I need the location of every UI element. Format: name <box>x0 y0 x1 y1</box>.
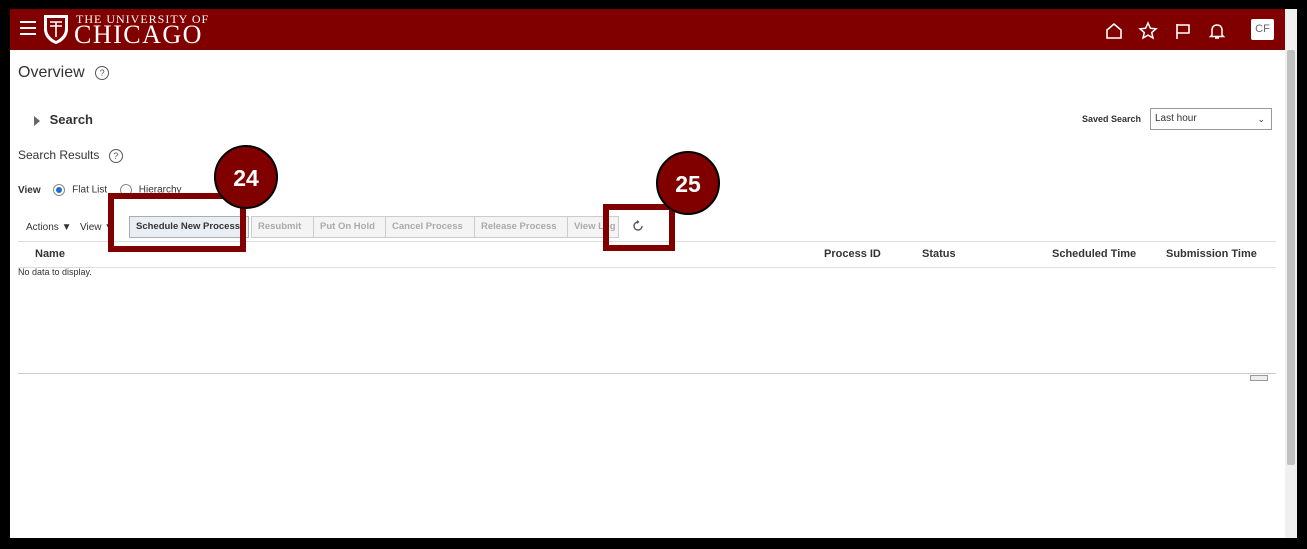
radio-flat-list[interactable]: Flat List <box>53 184 107 196</box>
callout-number-24: 24 <box>214 145 278 209</box>
search-label: Search <box>49 112 93 127</box>
flag-icon[interactable] <box>1173 21 1193 41</box>
saved-search-label: Saved Search <box>1082 114 1142 124</box>
callout-highlight-25 <box>603 204 675 251</box>
saved-search-select[interactable]: Last hour ⌄ <box>1150 108 1272 130</box>
chevron-down-icon: ⌄ <box>1257 114 1265 124</box>
callout-number-25: 25 <box>656 151 720 215</box>
radio-flat-list-circle[interactable] <box>53 184 66 196</box>
actions-menu-label: Actions <box>26 222 59 233</box>
scrollbar-thumb[interactable] <box>1287 50 1295 465</box>
university-crest-icon <box>44 15 68 44</box>
column-header-name[interactable]: Name <box>35 248 65 260</box>
search-disclosure[interactable]: Search <box>34 112 93 127</box>
cancel-process-button[interactable]: Cancel Process <box>385 216 483 238</box>
column-header-process-id[interactable]: Process ID <box>824 248 881 260</box>
view-menu-label: View <box>80 222 102 233</box>
bell-icon[interactable] <box>1207 21 1227 41</box>
star-icon[interactable] <box>1138 21 1158 41</box>
menu-icon[interactable] <box>20 21 36 35</box>
logo-line-2: CHICAGO <box>74 20 203 49</box>
put-on-hold-button[interactable]: Put On Hold <box>313 216 386 238</box>
help-icon[interactable]: ? <box>95 65 110 80</box>
page-title: Overview ? <box>18 64 110 82</box>
search-results-title: Search Results ? <box>18 148 123 163</box>
expand-triangle-icon <box>34 115 40 126</box>
release-process-button[interactable]: Release Process <box>474 216 573 238</box>
table-scroll-button[interactable] <box>1250 375 1268 381</box>
table-bottom-border <box>18 373 1276 374</box>
actions-menu[interactable]: Actions ▼ <box>26 222 71 233</box>
column-header-submission-time[interactable]: Submission Time <box>1166 248 1257 260</box>
column-header-status[interactable]: Status <box>922 248 956 260</box>
search-results-text: Search Results <box>18 148 100 162</box>
top-bar: THE UNIVERSITY OF CHICAGO CF <box>10 9 1285 50</box>
empty-table-message: No data to display. <box>18 267 92 277</box>
user-avatar[interactable]: CF <box>1251 19 1274 40</box>
resubmit-button[interactable]: Resubmit <box>251 216 315 238</box>
column-header-scheduled-time[interactable]: Scheduled Time <box>1052 248 1136 260</box>
radio-flat-list-label: Flat List <box>72 184 108 196</box>
app-window: THE UNIVERSITY OF CHICAGO CF Overview ? … <box>10 9 1297 538</box>
help-icon[interactable]: ? <box>108 148 123 163</box>
saved-search-value: Last hour <box>1155 113 1197 124</box>
page-title-text: Overview <box>18 64 85 81</box>
view-mode-label: View <box>18 184 41 196</box>
home-icon[interactable] <box>1104 21 1124 41</box>
